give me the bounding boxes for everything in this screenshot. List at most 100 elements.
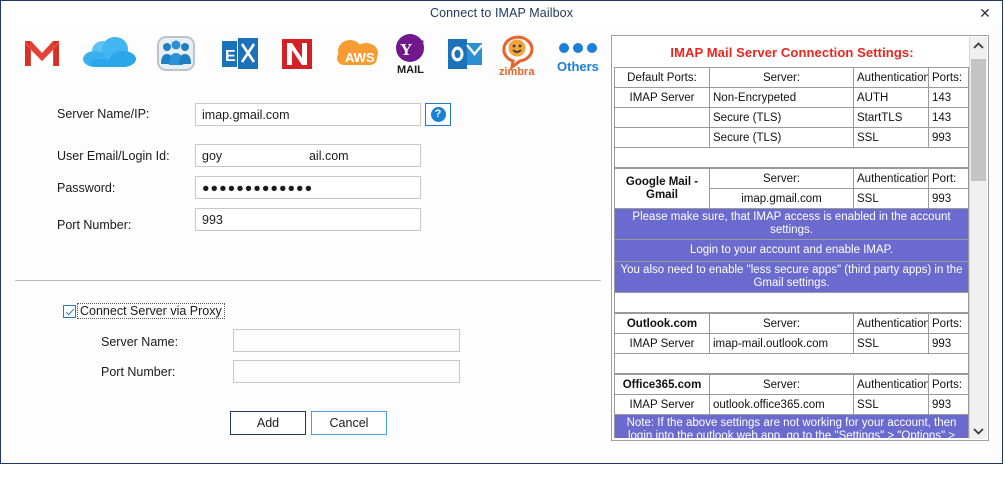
default-ports-table: Default Ports: Server: Authentication: P… bbox=[614, 67, 969, 168]
table-spacer-row bbox=[615, 354, 969, 374]
cell: SSL bbox=[854, 395, 929, 415]
cell: SSL bbox=[854, 128, 929, 148]
cell: 143 bbox=[929, 88, 969, 108]
svg-text:E: E bbox=[225, 48, 236, 65]
yahoo-mail-icon[interactable]: Y ! MAIL bbox=[386, 29, 442, 81]
col-header: Server: bbox=[710, 68, 854, 88]
provider-icon-strip: E AWS Y ! bbox=[1, 27, 609, 83]
port-number-label: Port Number: bbox=[57, 218, 131, 232]
svg-text:!: ! bbox=[419, 37, 425, 58]
cell: 993 bbox=[929, 128, 969, 148]
server-name-label: Server Name/IP: bbox=[57, 107, 149, 121]
port-number-input[interactable] bbox=[195, 208, 421, 231]
password-label: Password: bbox=[57, 181, 115, 195]
imap-connect-dialog: Connect to IMAP Mailbox ✕ bbox=[0, 0, 1003, 464]
table-spacer-row bbox=[615, 148, 969, 168]
table-row: Outlook.com Server: Authentication: Port… bbox=[615, 314, 969, 334]
gmail-section-label: Google Mail - Gmail bbox=[615, 169, 710, 209]
outlook-table: Outlook.com Server: Authentication: Port… bbox=[614, 313, 969, 374]
outlook-section-label: Outlook.com bbox=[615, 314, 710, 334]
cell: IMAP Server bbox=[615, 334, 710, 354]
cell: 993 bbox=[929, 189, 969, 209]
proxy-server-name-label: Server Name: bbox=[101, 335, 178, 349]
col-header: Port: bbox=[929, 169, 969, 189]
cell: Secure (TLS) bbox=[710, 128, 854, 148]
scroll-down-icon[interactable] bbox=[970, 422, 987, 439]
novell-icon[interactable] bbox=[273, 29, 329, 81]
table-spacer-row bbox=[615, 293, 969, 313]
svg-text:MAIL: MAIL bbox=[397, 64, 424, 76]
cell: SSL bbox=[854, 189, 929, 209]
col-header: Authentication: bbox=[854, 314, 929, 334]
proxy-server-name-input[interactable] bbox=[233, 329, 460, 352]
scrollbar-thumb[interactable] bbox=[971, 59, 986, 181]
cell: Secure (TLS) bbox=[710, 108, 854, 128]
col-header: Ports: bbox=[929, 314, 969, 334]
outlook-icon[interactable] bbox=[438, 29, 494, 81]
table-row: IMAP Server outlook.office365.com SSL 99… bbox=[615, 395, 969, 415]
table-row: IMAP Server Non-Encrypeted AUTH 143 bbox=[615, 88, 969, 108]
note-row: Please make sure, that IMAP access is en… bbox=[615, 209, 969, 240]
cell: 993 bbox=[929, 395, 969, 415]
cell: StartTLS bbox=[854, 108, 929, 128]
proxy-port-number-input[interactable] bbox=[233, 360, 460, 383]
cell: SSL bbox=[854, 334, 929, 354]
col-header: Authentication: bbox=[854, 169, 929, 189]
checkbox-checked-icon bbox=[63, 305, 76, 318]
note-text: Please make sure, that IMAP access is en… bbox=[615, 209, 969, 240]
note-text: You also need to enable "less secure app… bbox=[615, 262, 969, 293]
table-row: Default Ports: Server: Authentication: P… bbox=[615, 68, 969, 88]
note-text: Login to your account and enable IMAP. bbox=[615, 240, 969, 262]
col-header: Server: bbox=[710, 169, 854, 189]
aws-icon[interactable]: AWS bbox=[326, 29, 382, 81]
cell: 993 bbox=[929, 334, 969, 354]
user-email-input[interactable] bbox=[195, 144, 421, 167]
col-header: Ports: bbox=[929, 375, 969, 395]
col-header: Authentication: bbox=[854, 375, 929, 395]
note-row: Note: If the above settings are not work… bbox=[615, 415, 969, 439]
note-text: Note: If the above settings are not work… bbox=[615, 415, 969, 439]
help-icon[interactable]: ? bbox=[425, 103, 451, 126]
cell: imap-mail.outlook.com bbox=[710, 334, 854, 354]
zimbra-icon[interactable]: zimbra bbox=[494, 29, 550, 81]
gmail-icon[interactable] bbox=[13, 29, 69, 81]
settings-panel-content: IMAP Mail Server Connection Settings: De… bbox=[614, 38, 970, 438]
table-row: Secure (TLS) SSL 993 bbox=[615, 128, 969, 148]
cell bbox=[615, 108, 710, 128]
exchange-icon[interactable]: E bbox=[211, 29, 267, 81]
col-header: Ports: bbox=[929, 68, 969, 88]
svg-text:Others: Others bbox=[557, 59, 599, 74]
cell: Non-Encrypeted bbox=[710, 88, 854, 108]
panel-scrollbar[interactable] bbox=[969, 37, 987, 439]
close-icon[interactable]: ✕ bbox=[972, 3, 998, 23]
svg-text:AWS: AWS bbox=[345, 50, 375, 65]
cell: IMAP Server bbox=[615, 88, 710, 108]
cell: 143 bbox=[929, 108, 969, 128]
col-header: Authentication: bbox=[854, 68, 929, 88]
cancel-button[interactable]: Cancel bbox=[311, 411, 387, 435]
add-button[interactable]: Add bbox=[230, 411, 306, 435]
cell: imap.gmail.com bbox=[710, 189, 854, 209]
col-header: Default Ports: bbox=[615, 68, 710, 88]
section-divider bbox=[15, 280, 601, 281]
settings-reference-panel: IMAP Mail Server Connection Settings: De… bbox=[611, 35, 989, 441]
office365-table: Office365.com Server: Authentication: Po… bbox=[614, 374, 969, 438]
svg-text:zimbra: zimbra bbox=[499, 66, 535, 78]
cell: outlook.office365.com bbox=[710, 395, 854, 415]
note-row: You also need to enable "less secure app… bbox=[615, 262, 969, 293]
others-icon[interactable]: Others bbox=[551, 29, 607, 81]
scroll-up-icon[interactable] bbox=[970, 37, 987, 54]
panel-title: IMAP Mail Server Connection Settings: bbox=[614, 38, 970, 67]
help-question-glyph: ? bbox=[431, 107, 446, 122]
server-name-input[interactable] bbox=[195, 103, 421, 126]
proxy-checkbox[interactable]: Connect Server via Proxy bbox=[63, 303, 225, 319]
cell: AUTH bbox=[854, 88, 929, 108]
table-row: IMAP Server imap-mail.outlook.com SSL 99… bbox=[615, 334, 969, 354]
password-input[interactable] bbox=[195, 176, 421, 199]
cell: IMAP Server bbox=[615, 395, 710, 415]
ibm-notes-icon[interactable] bbox=[151, 29, 207, 81]
note-row: Login to your account and enable IMAP. bbox=[615, 240, 969, 262]
icloud-icon[interactable] bbox=[79, 29, 135, 81]
col-header: Server: bbox=[710, 314, 854, 334]
table-row: Office365.com Server: Authentication: Po… bbox=[615, 375, 969, 395]
